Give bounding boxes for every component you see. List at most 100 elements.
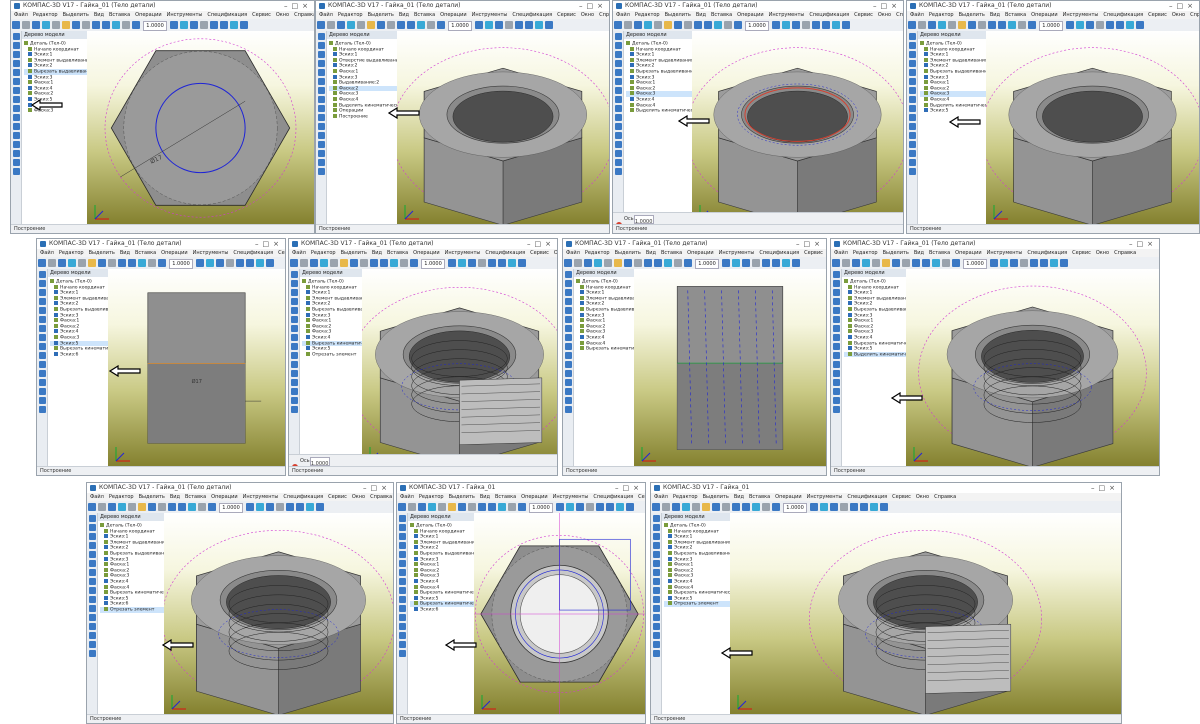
tool-icon[interactable] — [12, 150, 20, 157]
toolbar-button-icon[interactable] — [952, 259, 960, 267]
menu-item[interactable]: Сервис — [328, 494, 347, 500]
menu-item[interactable]: Спецификация — [207, 12, 247, 18]
toolbar-button-icon[interactable] — [644, 21, 652, 29]
toolbar-button-icon[interactable] — [88, 259, 96, 267]
view-button-icon[interactable] — [820, 503, 828, 511]
tool-icon[interactable] — [652, 605, 660, 612]
view-button-icon[interactable] — [545, 21, 553, 29]
menu-item[interactable]: Вставка — [414, 12, 435, 18]
menu-item[interactable]: Вид — [914, 250, 924, 256]
toolbar-button-icon[interactable] — [407, 21, 415, 29]
view-button-icon[interactable] — [566, 503, 574, 511]
tool-icon[interactable] — [38, 352, 46, 359]
toolbar-button-icon[interactable] — [724, 21, 732, 29]
tool-icon[interactable] — [88, 515, 96, 522]
tool-icon[interactable] — [12, 159, 20, 166]
toolbar-button-icon[interactable] — [892, 259, 900, 267]
tool-icon[interactable] — [832, 397, 840, 404]
menu-item[interactable]: Вид — [734, 494, 744, 500]
view-button-icon[interactable] — [1010, 259, 1018, 267]
view-button-icon[interactable] — [792, 21, 800, 29]
tool-icon[interactable] — [290, 352, 298, 359]
toolbar-button-icon[interactable] — [664, 259, 672, 267]
view-button-icon[interactable] — [742, 259, 750, 267]
zoom-field[interactable]: 1.0000 — [695, 259, 719, 269]
toolbar-button-icon[interactable] — [998, 21, 1006, 29]
tool-icon[interactable] — [398, 551, 406, 558]
menu-item[interactable]: Инструменты — [243, 494, 279, 500]
param-field[interactable]: 1.0000 — [309, 457, 330, 467]
zoom-field[interactable]: 1.0000 — [421, 259, 445, 269]
toolbar-button-icon[interactable] — [340, 259, 348, 267]
view-button-icon[interactable] — [840, 503, 848, 511]
menu-item[interactable]: Спецификация — [759, 250, 799, 256]
menu-item[interactable]: Окно — [878, 12, 891, 18]
tool-icon[interactable] — [398, 614, 406, 621]
toolbar-button-icon[interactable] — [498, 503, 506, 511]
toolbar-button-icon[interactable] — [624, 259, 632, 267]
view-button-icon[interactable] — [306, 503, 314, 511]
window-controls[interactable]: –□× — [527, 239, 555, 249]
tool-icon[interactable] — [317, 33, 325, 40]
tool-icon[interactable] — [290, 334, 298, 341]
view-button-icon[interactable] — [1076, 21, 1084, 29]
view-button-icon[interactable] — [1060, 259, 1068, 267]
toolbar-button-icon[interactable] — [644, 259, 652, 267]
menu-item[interactable]: Спецификация — [847, 494, 887, 500]
toolbar-button-icon[interactable] — [958, 21, 966, 29]
toolbar-button-icon[interactable] — [652, 503, 660, 511]
toolbar-button-icon[interactable] — [98, 259, 106, 267]
tool-icon[interactable] — [398, 524, 406, 531]
window-controls[interactable]: –□× — [284, 1, 312, 11]
tool-icon[interactable] — [88, 614, 96, 621]
tool-icon[interactable] — [614, 42, 622, 49]
window-title-bar[interactable]: КОМПАС-3D V17 - Гайка_01 (Тело детали) –□… — [11, 1, 314, 11]
toolbar-button-icon[interactable] — [458, 503, 466, 511]
tool-icon[interactable] — [38, 361, 46, 368]
3d-viewport[interactable] — [906, 269, 1159, 467]
tool-icon[interactable] — [38, 280, 46, 287]
zoom-field[interactable]: 1.0000 — [1039, 21, 1063, 31]
tool-icon[interactable] — [398, 641, 406, 648]
tool-icon[interactable] — [564, 334, 572, 341]
view-button-icon[interactable] — [286, 503, 294, 511]
tree-item[interactable]: Выделить кинематически:1 — [844, 351, 906, 358]
tool-icon[interactable] — [290, 307, 298, 314]
view-button-icon[interactable] — [236, 259, 244, 267]
tool-icon[interactable] — [908, 168, 916, 175]
toolbar-button-icon[interactable] — [290, 259, 298, 267]
view-button-icon[interactable] — [616, 503, 624, 511]
toolbar-button-icon[interactable] — [1028, 21, 1036, 29]
view-button-icon[interactable] — [478, 259, 486, 267]
tool-icon[interactable] — [832, 325, 840, 332]
toolbar-button-icon[interactable] — [922, 259, 930, 267]
menu-item[interactable]: Вид — [990, 12, 1000, 18]
tool-icon[interactable] — [832, 334, 840, 341]
view-button-icon[interactable] — [485, 21, 493, 29]
menu-item[interactable]: Файл — [319, 12, 333, 18]
tool-icon[interactable] — [908, 87, 916, 94]
zoom-field[interactable]: 1.0000 — [169, 259, 193, 269]
tool-icon[interactable] — [908, 114, 916, 121]
view-button-icon[interactable] — [870, 503, 878, 511]
menu-item[interactable]: Вид — [399, 12, 409, 18]
menu-item[interactable]: Выделить — [883, 250, 909, 256]
menu-item[interactable]: Файл — [616, 12, 630, 18]
toolbar-button-icon[interactable] — [702, 503, 710, 511]
toolbar-button-icon[interactable] — [518, 503, 526, 511]
toolbar-button-icon[interactable] — [418, 503, 426, 511]
window-controls[interactable]: –□× — [1091, 483, 1119, 493]
tool-icon[interactable] — [290, 271, 298, 278]
tool-icon[interactable] — [317, 168, 325, 175]
toolbar-button-icon[interactable] — [62, 21, 70, 29]
tool-icon[interactable] — [317, 51, 325, 58]
window-controls[interactable]: –□× — [1169, 1, 1197, 11]
toolbar-button-icon[interactable] — [78, 259, 86, 267]
view-button-icon[interactable] — [812, 21, 820, 29]
tool-icon[interactable] — [564, 379, 572, 386]
toolbar-button-icon[interactable] — [32, 21, 40, 29]
tool-icon[interactable] — [12, 168, 20, 175]
tool-icon[interactable] — [614, 168, 622, 175]
toolbar-button-icon[interactable] — [948, 21, 956, 29]
3d-viewport[interactable] — [474, 513, 645, 715]
